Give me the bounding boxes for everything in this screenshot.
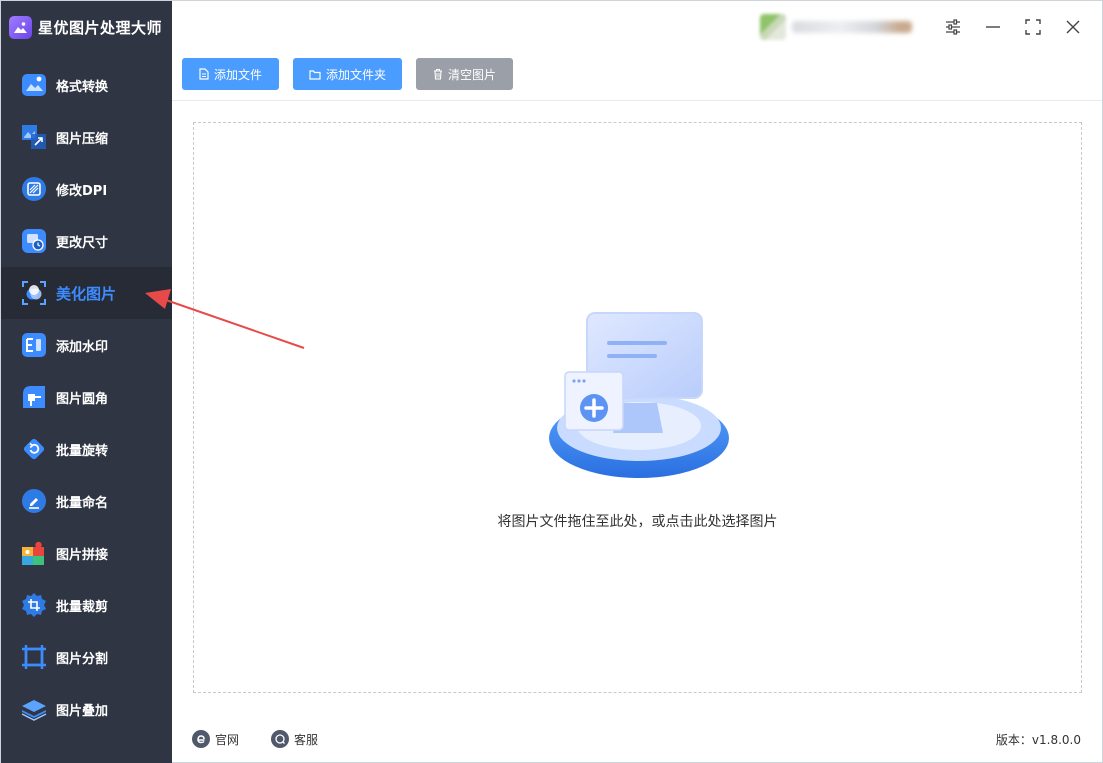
sidebar-item-rounded-corner[interactable]: 图片圆角: [1, 371, 172, 423]
maximize-icon: [1025, 19, 1041, 35]
dpi-icon: [22, 177, 46, 201]
user-name-blurred: [792, 21, 912, 33]
sidebar-item-label: 美化图片: [56, 284, 117, 303]
brand: 星优图片处理大师: [1, 1, 172, 53]
sidebar-item-label: 批量裁剪: [56, 599, 109, 615]
folder-icon: [309, 69, 321, 80]
resize-icon: [22, 229, 46, 253]
sidebar-item-layers[interactable]: 图片叠加: [1, 683, 172, 735]
settings-button[interactable]: [940, 14, 966, 40]
layers-icon: [21, 700, 47, 721]
add-folder-label: 添加文件夹: [325, 67, 386, 82]
watermark-icon: [22, 333, 46, 357]
website-label: 官网: [215, 732, 240, 747]
add-folder-button[interactable]: 添加文件夹: [293, 58, 402, 90]
image-convert-icon: [22, 74, 46, 96]
user-account-blurred[interactable]: [760, 13, 925, 41]
app-logo-icon: [9, 15, 32, 39]
sidebar-item-rotate[interactable]: 批量旋转: [1, 423, 172, 475]
sidebar-item-format-convert[interactable]: 格式转换: [1, 59, 172, 111]
sidebar-item-split[interactable]: 图片分割: [1, 631, 172, 683]
upload-illustration-icon: [549, 312, 729, 478]
sidebar-item-label: 图片分割: [56, 651, 109, 667]
sidebar-item-label: 图片圆角: [56, 391, 109, 407]
crop-icon: [22, 593, 46, 617]
sidebar-item-beautify[interactable]: 美化图片: [1, 267, 172, 319]
title-bar: [172, 1, 1102, 53]
chat-icon: [271, 730, 289, 748]
avatar: [760, 14, 786, 40]
clear-images-button[interactable]: 清空图片: [416, 58, 513, 90]
sidebar-item-puzzle[interactable]: 图片拼接: [1, 527, 172, 579]
sidebar-item-rename[interactable]: 批量命名: [1, 475, 172, 527]
sidebar-item-label: 批量命名: [56, 495, 109, 511]
sidebar-item-label: 更改尺寸: [56, 235, 109, 251]
sidebar-item-watermark[interactable]: 添加水印: [1, 319, 172, 371]
app-window: 星优图片处理大师 格式转换 图片压缩 修改DPI 更改尺寸 美化图片 添加水印 …: [0, 0, 1103, 763]
sliders-icon: [946, 19, 960, 35]
sidebar-item-label: 修改DPI: [56, 183, 108, 199]
image-compress-icon: [22, 125, 46, 149]
puzzle-icon: [22, 541, 44, 565]
drop-hint-text: 将图片文件拖住至此处，或点击此处选择图片: [497, 514, 778, 530]
support-link[interactable]: 客服: [271, 730, 318, 748]
footer: 官网 客服 版本：v1.8.0.0: [172, 714, 1102, 763]
sidebar-item-label: 图片叠加: [56, 703, 109, 719]
app-title: 星优图片处理大师: [38, 18, 163, 37]
sidebar-item-image-compress[interactable]: 图片压缩: [1, 111, 172, 163]
sidebar-item-resize[interactable]: 更改尺寸: [1, 215, 172, 267]
rotate-icon: [23, 438, 45, 460]
file-icon: [199, 68, 209, 80]
minimize-button[interactable]: [980, 14, 1006, 40]
image-drop-zone[interactable]: 将图片文件拖住至此处，或点击此处选择图片: [193, 122, 1082, 693]
sidebar-item-label: 图片拼接: [56, 547, 109, 563]
close-button[interactable]: [1060, 14, 1086, 40]
trash-icon: [433, 68, 442, 80]
rounded-corner-icon: [23, 386, 45, 408]
sidebar-item-dpi[interactable]: 修改DPI: [1, 163, 172, 215]
beautify-icon: [22, 281, 46, 305]
support-label: 客服: [294, 732, 319, 747]
toolbar: 添加文件 添加文件夹 清空图片: [172, 53, 1102, 101]
minimize-icon: [986, 26, 1000, 28]
close-icon: [1066, 20, 1080, 34]
website-link[interactable]: 官网: [192, 730, 239, 748]
sidebar-item-label: 添加水印: [56, 339, 109, 355]
sidebar-item-label: 批量旋转: [56, 443, 109, 459]
sidebar-item-label: 图片压缩: [56, 131, 109, 147]
split-icon: [22, 645, 46, 669]
sidebar: 星优图片处理大师 格式转换 图片压缩 修改DPI 更改尺寸 美化图片 添加水印 …: [1, 1, 172, 763]
sidebar-item-crop[interactable]: 批量裁剪: [1, 579, 172, 631]
maximize-button[interactable]: [1020, 14, 1046, 40]
add-file-button[interactable]: 添加文件: [182, 58, 279, 90]
sidebar-menu: 格式转换 图片压缩 修改DPI 更改尺寸 美化图片 添加水印 图片圆角 批量旋转…: [1, 59, 172, 735]
version-text: 版本：v1.8.0.0: [995, 733, 1081, 747]
sidebar-item-label: 格式转换: [56, 79, 109, 95]
browser-icon: [192, 730, 210, 748]
clear-images-label: 清空图片: [447, 67, 496, 82]
rename-icon: [22, 489, 46, 513]
add-file-label: 添加文件: [213, 67, 262, 82]
